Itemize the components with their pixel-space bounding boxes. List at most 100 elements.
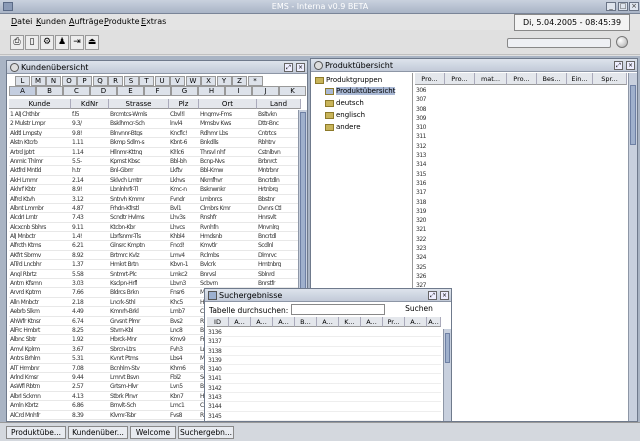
people-icon[interactable]: ♟ bbox=[55, 35, 69, 50]
table-row[interactable]: 3139 bbox=[207, 356, 441, 366]
column-header[interactable]: Pr... bbox=[383, 317, 405, 327]
table-row[interactable]: Aktfrd Mntld h.tr Bnl-Gbrrr Lkftv Bbl-Kmw Mnt… bbox=[9, 166, 301, 176]
letter-tab-K[interactable]: K bbox=[279, 86, 306, 96]
table-row[interactable]: 316 bbox=[415, 179, 627, 188]
exit-icon[interactable]: ⏏ bbox=[85, 35, 99, 50]
table-row[interactable]: 306 bbox=[415, 86, 627, 95]
letter-tab-P[interactable]: P bbox=[77, 76, 92, 86]
column-header[interactable]: ID bbox=[207, 317, 229, 327]
table-row[interactable]: AkH Lrnmr 2.14 Sklvch Lmtrr Lkhvs Nkmfhvr Bnc… bbox=[9, 176, 301, 186]
letter-tab-U[interactable]: U bbox=[154, 76, 170, 86]
maximize-icon[interactable]: ⤢ bbox=[428, 291, 437, 300]
table-row[interactable]: 3137 bbox=[207, 337, 441, 347]
close-icon[interactable]: × bbox=[296, 63, 305, 72]
tree-root[interactable]: Produktgruppen bbox=[315, 76, 382, 84]
table-row[interactable]: AlcdrI Lrntr 7.43 Scndtr Hvlms Lhv3s Rnshfr H… bbox=[9, 213, 301, 223]
table-row[interactable]: 323 bbox=[415, 244, 627, 253]
menu-auftraege[interactable]: Aufträge bbox=[69, 17, 104, 26]
column-header[interactable]: A... bbox=[427, 317, 441, 327]
printer-icon[interactable]: ⎙ bbox=[10, 35, 24, 50]
produkt-scrollbar[interactable] bbox=[628, 73, 637, 421]
table-row[interactable]: 307 bbox=[415, 95, 627, 104]
letter-tab-R[interactable]: R bbox=[108, 76, 123, 86]
column-header-ort[interactable]: Ort bbox=[199, 99, 257, 109]
such-scrollbar[interactable] bbox=[443, 329, 451, 421]
table-row[interactable]: 324 bbox=[415, 253, 627, 262]
letter-tab-Z[interactable]: Z bbox=[232, 76, 247, 86]
table-row[interactable]: 314 bbox=[415, 160, 627, 169]
table-row[interactable]: AKfrt Sbrmv 8.92 Brtmrc Kvlz Lmv4 Rclmbs Dlmr… bbox=[9, 251, 301, 261]
column-header-strasse[interactable]: Strasse bbox=[109, 99, 169, 109]
document-icon[interactable]: ▯ bbox=[25, 35, 39, 50]
such-window-header[interactable]: Suchergebnisse ⤢ × bbox=[205, 289, 451, 302]
scroll-thumb[interactable] bbox=[445, 333, 450, 363]
column-header-land[interactable]: Land bbox=[257, 99, 301, 109]
letter-tab-T[interactable]: T bbox=[139, 76, 154, 86]
table-row[interactable]: Artrd Jptrt 1.14 Hllnmr-Kttng Kl!lc6 Thrsvl … bbox=[9, 148, 301, 157]
table-row[interactable]: 3136 bbox=[207, 328, 441, 338]
table-row[interactable]: Antrn Kfsmn 3.03 Ksclpn-Hrfl Lbvn3 Scbvrn Bnr… bbox=[9, 279, 301, 289]
table-row[interactable]: Aldtl Lmpsty 9.8! Blnvnnr-Btgs Kncflc! Rdhmr… bbox=[9, 129, 301, 139]
column-header[interactable]: mat... bbox=[475, 73, 507, 85]
table-row[interactable]: Akhrf Kbtr 8.9! Lbnlnhrfr-Tl Kmc-n Bsknwnkr H… bbox=[9, 185, 301, 195]
column-header[interactable]: Ein... bbox=[567, 73, 593, 85]
table-row[interactable]: Angl Rbrtz 5.58 Sntmrt-Plc Lmkc2 Bnrvsl Sblnr… bbox=[9, 270, 301, 280]
search-input[interactable] bbox=[291, 304, 385, 315]
column-header[interactable]: B... bbox=[295, 317, 317, 327]
letter-tab-L[interactable]: L bbox=[15, 76, 30, 86]
letter-tab-I[interactable]: I bbox=[225, 86, 252, 96]
close-icon[interactable]: × bbox=[626, 61, 635, 70]
table-row[interactable]: 309 bbox=[415, 114, 627, 123]
table-row[interactable]: 326 bbox=[415, 272, 627, 281]
task-produktuebersicht[interactable]: Produktübe... bbox=[6, 426, 66, 439]
column-header[interactable]: Pro... bbox=[445, 73, 475, 85]
minimize-button[interactable]: _ bbox=[606, 2, 616, 11]
tree-item-produktuebersicht[interactable]: Produktübersicht bbox=[325, 87, 396, 95]
table-row[interactable]: AlTrd Lncbhr 1.37 Hmkrt Brtn Kbvn-1 Bvlcrk Hm… bbox=[9, 260, 301, 270]
table-row[interactable]: 322 bbox=[415, 235, 627, 244]
table-row[interactable]: 317 bbox=[415, 188, 627, 197]
table-row[interactable]: AlJ Mnbctr 1.4! Lbrfsnmr-Tls Khbl4 Hmdsnb Bnc… bbox=[9, 232, 301, 242]
letter-tab-E[interactable]: E bbox=[117, 86, 144, 96]
column-header[interactable]: A... bbox=[405, 317, 427, 327]
column-header[interactable]: A... bbox=[361, 317, 383, 327]
task-suchergebnisse[interactable]: Suchergebn... bbox=[178, 426, 234, 439]
maximize-button[interactable]: □ bbox=[618, 2, 628, 11]
table-row[interactable]: 3141 bbox=[207, 374, 441, 384]
letter-tab-X[interactable]: X bbox=[201, 76, 216, 86]
column-header[interactable]: Bes... bbox=[537, 73, 567, 85]
table-row[interactable]: 312 bbox=[415, 142, 627, 151]
menu-datei[interactable]: Datei bbox=[11, 17, 32, 26]
table-row[interactable]: Albnt Lmmbr 4.87 Frhdn-Kfrstl Bvl1 Clmbrs Km… bbox=[9, 204, 301, 214]
kunden-window-header[interactable]: Kundenübersicht ⤢ × bbox=[7, 61, 307, 74]
column-header-kunde[interactable]: Kunde bbox=[9, 99, 71, 109]
column-header-plz[interactable]: Plz bbox=[169, 99, 199, 109]
letter-tab-F[interactable]: F bbox=[144, 86, 171, 96]
letter-tab-Q[interactable]: Q bbox=[92, 76, 108, 86]
column-header-kdnr[interactable]: KdNr bbox=[71, 99, 109, 109]
table-row[interactable]: 320 bbox=[415, 216, 627, 225]
table-row[interactable]: 313 bbox=[415, 151, 627, 160]
letter-tab-A[interactable]: A bbox=[9, 86, 36, 96]
menu-kunden[interactable]: Kunden bbox=[36, 17, 66, 26]
search-button[interactable]: Suchen bbox=[393, 304, 445, 315]
table-row[interactable]: 319 bbox=[415, 207, 627, 216]
letter-tab-H[interactable]: H bbox=[198, 86, 225, 96]
tree-item-andere[interactable]: andere bbox=[325, 123, 361, 131]
letter-tab-G[interactable]: G bbox=[171, 86, 198, 96]
task-welcome[interactable]: Welcome bbox=[130, 426, 176, 439]
table-row[interactable]: Alfrcth Ktms 6.21 Glnsrc Kmptn Fncd! Kmvtlr S… bbox=[9, 241, 301, 251]
table-row[interactable]: 1 AlJ Chthbr f.l5 Brcmtcs-Wmls Cbvl!l Hngmv-… bbox=[9, 110, 301, 120]
task-kundenuebersicht[interactable]: Kundenüber... bbox=[68, 426, 128, 439]
export-icon[interactable]: ⇥ bbox=[70, 35, 84, 50]
table-row[interactable]: 3143 bbox=[207, 393, 441, 403]
menu-extras[interactable]: Extras bbox=[141, 17, 166, 26]
column-header[interactable]: A... bbox=[317, 317, 339, 327]
column-header[interactable]: Pro... bbox=[415, 73, 445, 85]
table-row[interactable]: 315 bbox=[415, 170, 627, 179]
letter-tab-M[interactable]: M bbox=[30, 76, 46, 86]
letter-tab-N[interactable]: N bbox=[46, 76, 61, 86]
letter-tab-J[interactable]: J bbox=[252, 86, 279, 96]
close-button[interactable]: × bbox=[629, 2, 639, 11]
table-row[interactable]: 3140 bbox=[207, 365, 441, 375]
